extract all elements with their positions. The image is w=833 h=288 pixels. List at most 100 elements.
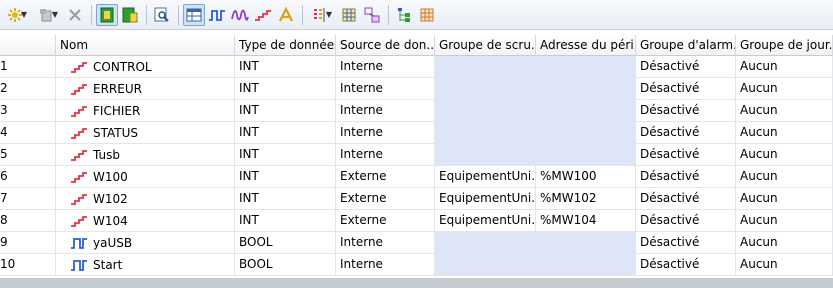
cell-log-group[interactable]: Aucun <box>736 166 833 188</box>
column-header-row-number[interactable] <box>0 35 56 56</box>
table-row[interactable]: 3 FICHIER INT Interne Désactivé Aucun <box>0 100 833 122</box>
cell-alarm-group[interactable]: Désactivé <box>636 78 736 100</box>
search-icon[interactable] <box>151 4 173 26</box>
digital-signal-icon[interactable] <box>206 4 228 26</box>
cell-alarm-group[interactable]: Désactivé <box>636 100 736 122</box>
link-icon[interactable] <box>361 4 383 26</box>
cell-data-source[interactable]: Externe <box>336 166 435 188</box>
cell-device-address[interactable] <box>536 122 636 144</box>
cell-data-source[interactable]: Externe <box>336 188 435 210</box>
column-header-scan-group[interactable]: Groupe de scru... <box>435 35 536 56</box>
cell-scan-group[interactable]: EquipementUni... <box>435 166 536 188</box>
tree-icon[interactable] <box>393 4 415 26</box>
cell-data-type[interactable]: INT <box>235 166 336 188</box>
cell-name[interactable]: STATUS <box>56 122 235 144</box>
grid-icon[interactable] <box>338 4 360 26</box>
cell-scan-group[interactable] <box>435 100 536 122</box>
table-row[interactable]: 8 W104 INT Externe EquipementUni... %MW104 Dés… <box>0 210 833 232</box>
cell-data-type[interactable]: INT <box>235 210 336 232</box>
cell-scan-group[interactable] <box>435 78 536 100</box>
cell-device-address[interactable] <box>536 144 636 166</box>
table-icon[interactable] <box>416 4 438 26</box>
cell-alarm-group[interactable]: Désactivé <box>636 144 736 166</box>
cell-log-group[interactable]: Aucun <box>736 100 833 122</box>
cell-data-source[interactable]: Interne <box>336 254 435 276</box>
column-header-alarm-group[interactable]: Groupe d'alarm... <box>636 35 736 56</box>
column-header-device-address[interactable]: Adresse du péri... <box>536 35 636 56</box>
table-row[interactable]: 2 ERREUR INT Interne Désactivé Aucun <box>0 78 833 100</box>
cell-data-type[interactable]: INT <box>235 122 336 144</box>
table-row[interactable]: 6 W100 INT Externe EquipementUni... %MW100 Dés… <box>0 166 833 188</box>
cell-scan-group[interactable] <box>435 232 536 254</box>
cell-data-type[interactable]: INT <box>235 78 336 100</box>
cell-data-source[interactable]: Interne <box>336 56 435 78</box>
cell-data-type[interactable]: INT <box>235 100 336 122</box>
close-icon[interactable] <box>64 4 86 26</box>
cell-alarm-group[interactable]: Désactivé <box>636 232 736 254</box>
cell-log-group[interactable]: Aucun <box>736 56 833 78</box>
cell-scan-group[interactable]: EquipementUni... <box>435 188 536 210</box>
text-icon[interactable] <box>275 4 297 26</box>
cell-device-address[interactable]: %MW104 <box>536 210 636 232</box>
cell-scan-group[interactable] <box>435 254 536 276</box>
cell-data-source[interactable]: Interne <box>336 100 435 122</box>
column-header-log-group[interactable]: Groupe de jour... <box>736 35 833 56</box>
column-header-data-type[interactable]: Type de données <box>235 35 336 56</box>
cell-name[interactable]: yaUSB <box>56 232 235 254</box>
cell-device-address[interactable] <box>536 56 636 78</box>
cell-name[interactable]: W102 <box>56 188 235 210</box>
cell-data-source[interactable]: Interne <box>336 144 435 166</box>
cell-name[interactable]: Start <box>56 254 235 276</box>
ramp-signal-icon[interactable] <box>252 4 274 26</box>
green-panel-alt-icon[interactable] <box>119 4 141 26</box>
cell-device-address[interactable] <box>536 78 636 100</box>
delete-icon[interactable]: ▼ <box>33 4 63 26</box>
cell-log-group[interactable]: Aucun <box>736 254 833 276</box>
cell-data-source[interactable]: Interne <box>336 78 435 100</box>
cell-name[interactable]: W104 <box>56 210 235 232</box>
column-header-data-source[interactable]: Source de don... <box>336 35 435 56</box>
new-variable-icon[interactable]: ▼ <box>2 4 32 26</box>
cell-data-source[interactable]: Externe <box>336 210 435 232</box>
table-row[interactable]: 5 Tusb INT Interne Désactivé Aucun <box>0 144 833 166</box>
cell-device-address[interactable] <box>536 254 636 276</box>
cell-name[interactable]: CONTROL <box>56 56 235 78</box>
cell-name[interactable]: W100 <box>56 166 235 188</box>
cell-data-type[interactable]: INT <box>235 56 336 78</box>
cell-name[interactable]: ERREUR <box>56 78 235 100</box>
cell-device-address[interactable] <box>536 232 636 254</box>
cell-alarm-group[interactable]: Désactivé <box>636 188 736 210</box>
cell-data-source[interactable]: Interne <box>336 232 435 254</box>
cell-data-type[interactable]: INT <box>235 144 336 166</box>
columns-icon[interactable]: ▼ <box>307 4 337 26</box>
cell-device-address[interactable] <box>536 100 636 122</box>
horizontal-scrollbar[interactable] <box>0 278 833 288</box>
cell-log-group[interactable]: Aucun <box>736 232 833 254</box>
cell-log-group[interactable]: Aucun <box>736 188 833 210</box>
table-row[interactable]: 1 CONTROL INT Interne Désactivé Aucun <box>0 56 833 78</box>
table-row[interactable]: 7 W102 INT Externe EquipementUni... %MW102 Dés… <box>0 188 833 210</box>
table-row[interactable]: 10 Start BOOL Interne Désactivé Aucun <box>0 254 833 276</box>
cell-log-group[interactable]: Aucun <box>736 122 833 144</box>
column-header-name[interactable]: Nom <box>56 35 235 56</box>
cell-device-address[interactable]: %MW102 <box>536 188 636 210</box>
cell-scan-group[interactable]: EquipementUni... <box>435 210 536 232</box>
analog-signal-icon[interactable] <box>229 4 251 26</box>
cell-alarm-group[interactable]: Désactivé <box>636 210 736 232</box>
cell-scan-group[interactable] <box>435 122 536 144</box>
green-panel-icon[interactable] <box>96 3 118 26</box>
cell-scan-group[interactable] <box>435 56 536 78</box>
table-view-icon[interactable] <box>183 3 205 26</box>
cell-data-type[interactable]: BOOL <box>235 254 336 276</box>
table-row[interactable]: 9 yaUSB BOOL Interne Désactivé Aucun <box>0 232 833 254</box>
cell-device-address[interactable]: %MW100 <box>536 166 636 188</box>
cell-data-source[interactable]: Interne <box>336 122 435 144</box>
table-row[interactable]: 4 STATUS INT Interne Désactivé Aucun <box>0 122 833 144</box>
cell-alarm-group[interactable]: Désactivé <box>636 122 736 144</box>
cell-log-group[interactable]: Aucun <box>736 144 833 166</box>
cell-name[interactable]: FICHIER <box>56 100 235 122</box>
cell-scan-group[interactable] <box>435 144 536 166</box>
cell-data-type[interactable]: BOOL <box>235 232 336 254</box>
cell-data-type[interactable]: INT <box>235 188 336 210</box>
cell-alarm-group[interactable]: Désactivé <box>636 56 736 78</box>
